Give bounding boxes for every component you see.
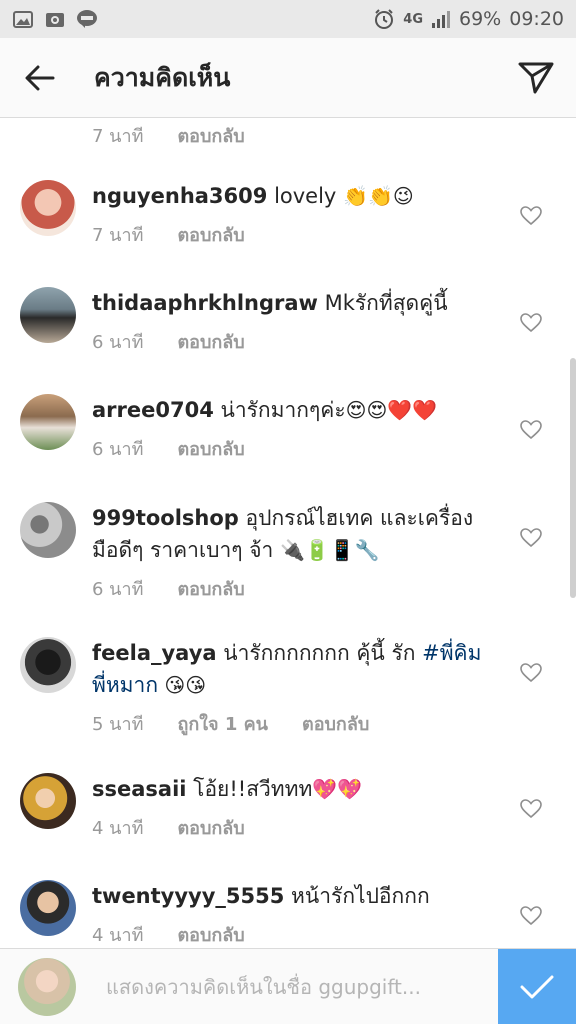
avatar[interactable] (20, 180, 76, 236)
reply-button[interactable]: ตอบกลับ (177, 220, 244, 249)
camera-icon (44, 10, 66, 28)
heart-icon[interactable] (520, 906, 542, 926)
direct-message-button[interactable] (496, 38, 576, 118)
likes-count[interactable]: ถูกใจ 1 คน (177, 709, 268, 738)
send-icon (518, 62, 554, 93)
heart-icon[interactable] (520, 799, 542, 819)
signal-icon (431, 10, 451, 28)
comment-body: 999toolshop อุปกรณ์ไฮเทค และเครื่องมือดี… (92, 502, 487, 603)
comment-meta: 6 นาที ตอบกลับ (92, 434, 472, 463)
comment-username[interactable]: twentyyyy_5555 (92, 884, 284, 908)
alarm-icon (373, 8, 395, 30)
heart-icon[interactable] (520, 528, 542, 548)
comment-body: twentyyyy_5555 หน้ารักไปอีกกก 4 นาที ตอบ… (92, 880, 472, 948)
line-icon (76, 10, 98, 28)
avatar[interactable] (20, 394, 76, 450)
comment-body: feela_yaya น่ารักกกกกกก คุ้นี้ รัก #พี่ค… (92, 637, 487, 738)
reply-button[interactable]: ตอบกลับ (302, 709, 369, 738)
reply-button[interactable]: ตอบกลับ (177, 434, 244, 463)
comment-message: Mkรักที่สุดคู่นี้ (317, 291, 448, 315)
comment-text: sseasaii โอ้ย!!สวีททท💖💖 (92, 773, 472, 805)
comment-username[interactable]: 999toolshop (92, 506, 239, 530)
status-right: 4G 69% 09:20 (373, 8, 564, 30)
avatar (18, 957, 76, 1016)
page-title: ความคิดเห็น (94, 62, 231, 92)
comment-message: น่ารักมากๆค่ะ (213, 398, 346, 422)
comment-username[interactable]: sseasaii (92, 777, 186, 801)
comment-time: 7 นาที (92, 126, 144, 147)
heart-icon[interactable] (520, 420, 542, 440)
back-button[interactable] (0, 38, 80, 118)
comment-message: lovely (267, 184, 344, 208)
comment-time: 4 นาที (92, 925, 144, 946)
comment-time: 6 นาที (92, 579, 144, 600)
comment-body: nguyenha3609 lovely 👏👏😉 7 นาที ตอบกลับ (92, 180, 472, 249)
heart-icon[interactable] (520, 206, 542, 226)
heart-icon[interactable] (520, 313, 542, 333)
status-time: 09:20 (509, 8, 564, 30)
comment-meta: 5 นาที ถูกใจ 1 คน ตอบกลับ (92, 709, 487, 738)
battery-percent: 69% (459, 8, 502, 30)
comment-username[interactable]: thidaaphrkhlngraw (92, 291, 318, 315)
comment-text: 999toolshop อุปกรณ์ไฮเทค และเครื่องมือดี… (92, 502, 487, 566)
comment-body: thidaaphrkhlngraw Mkรักที่สุดคู่นี้ 6 นา… (92, 287, 472, 356)
comment-meta: 4 นาที ตอบกลับ (92, 920, 472, 948)
comment-meta: 4 นาที ตอบกลับ (92, 813, 472, 842)
avatar[interactable] (20, 502, 76, 558)
comment-message: น่ารักกกกกกก คุ้นี้ รัก (216, 641, 423, 665)
reply-button[interactable]: ตอบกลับ (177, 920, 244, 948)
comment-meta: 6 นาที ตอบกลับ (92, 327, 472, 356)
avatar[interactable] (20, 287, 76, 343)
comment-time: 4 นาที (92, 818, 144, 839)
comment-composer (0, 948, 576, 1024)
heart-icon[interactable] (520, 663, 542, 683)
status-left-icons (12, 10, 98, 28)
comment-text: twentyyyy_5555 หน้ารักไปอีกกก (92, 880, 472, 912)
partial-comment-meta: 7 นาที ตอบกลับ (92, 121, 245, 150)
app-header: ความคิดเห็น (0, 38, 576, 118)
reply-button[interactable]: ตอบกลับ (177, 327, 244, 356)
checkmark-icon (520, 975, 554, 998)
reply-button[interactable]: ตอบกลับ (177, 574, 244, 603)
post-comment-button[interactable] (498, 948, 576, 1024)
network-type: 4G (403, 11, 423, 27)
image-icon (12, 10, 34, 28)
avatar[interactable] (20, 637, 76, 693)
comment-text: nguyenha3609 lovely 👏👏😉 (92, 180, 472, 212)
avatar[interactable] (20, 880, 76, 936)
scrollbar[interactable] (570, 358, 576, 598)
comment-emoji: 😘😘 (158, 673, 207, 697)
comment-username[interactable]: feela_yaya (92, 641, 217, 665)
comment-emoji: 👏👏😉 (343, 184, 414, 208)
comment-body: arree0704 น่ารักมากๆค่ะ😍😍❤️❤️ 6 นาที ตอบ… (92, 394, 472, 463)
comment-meta: 7 นาที ตอบกลับ (92, 220, 472, 249)
comment-emoji: 🔌🔋📱🔧 (280, 538, 380, 562)
comment-time: 6 นาที (92, 332, 144, 353)
status-bar: 4G 69% 09:20 (0, 0, 576, 38)
comment-message: หน้ารักไปอีกกก (284, 884, 430, 908)
comment-text: arree0704 น่ารักมากๆค่ะ😍😍❤️❤️ (92, 394, 472, 426)
comment-input[interactable] (106, 962, 476, 1011)
comment-time: 6 นาที (92, 439, 144, 460)
arrow-left-icon (25, 65, 55, 90)
comment-emoji: 😍😍❤️❤️ (345, 398, 438, 422)
comment-text: thidaaphrkhlngraw Mkรักที่สุดคู่นี้ (92, 287, 472, 319)
comment-meta: 6 นาที ตอบกลับ (92, 574, 487, 603)
avatar[interactable] (20, 773, 76, 829)
comment-text: feela_yaya น่ารักกกกกกก คุ้นี้ รัก #พี่ค… (92, 637, 487, 701)
comment-username[interactable]: nguyenha3609 (92, 184, 267, 208)
reply-button[interactable]: ตอบกลับ (177, 121, 244, 150)
comment-time: 7 นาที (92, 225, 144, 246)
reply-button[interactable]: ตอบกลับ (177, 813, 244, 842)
comment-username[interactable]: arree0704 (92, 398, 214, 422)
comment-message: โอ้ย!!สวีททท (186, 777, 313, 801)
comment-list[interactable]: 7 นาที ตอบกลับ nguyenha3609 lovely 👏👏😉 7… (0, 118, 576, 948)
comment-emoji: 💖💖 (312, 777, 363, 801)
comment-time: 5 นาที (92, 714, 144, 735)
comment-body: sseasaii โอ้ย!!สวีททท💖💖 4 นาที ตอบกลับ (92, 773, 472, 842)
